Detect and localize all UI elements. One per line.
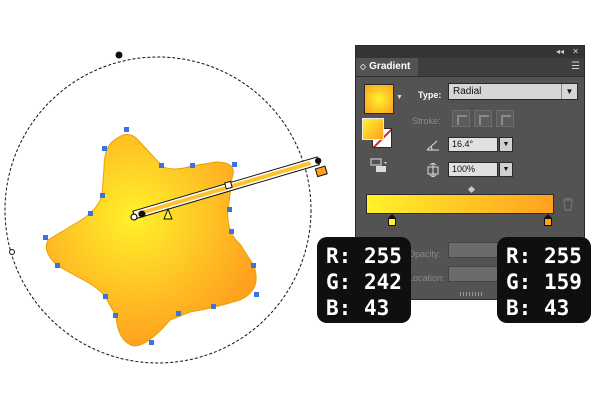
type-value: Radial bbox=[453, 86, 482, 97]
red-value: 255 bbox=[543, 244, 582, 268]
gradient-stop-icon[interactable] bbox=[388, 214, 396, 226]
green-value-row: G: 242 bbox=[326, 269, 411, 295]
blue-label: B: bbox=[506, 296, 532, 320]
tab-gradient-label: Gradient bbox=[369, 61, 411, 72]
stroke-across-button[interactable] bbox=[496, 110, 514, 127]
panel-resize-grip[interactable] bbox=[460, 292, 484, 296]
extent-handle-top[interactable] bbox=[115, 51, 123, 59]
gradient-slider[interactable] bbox=[366, 194, 554, 214]
blue-value: 43 bbox=[363, 296, 390, 320]
extent-handle-left[interactable] bbox=[9, 249, 15, 255]
gradient-start-handle[interactable] bbox=[138, 210, 146, 218]
red-label: R: bbox=[326, 244, 352, 268]
aspect-ratio-dropdown-icon[interactable]: ▼ bbox=[499, 162, 513, 177]
red-value-row: R: 255 bbox=[506, 243, 591, 269]
gradient-presets-arrow-icon[interactable]: ▼ bbox=[396, 94, 403, 101]
tab-gradient[interactable]: ◇ Gradient bbox=[356, 58, 418, 76]
color-values-tooltip-start: R: 255 G: 242 B: 43 bbox=[317, 237, 411, 323]
panel-tab-row: ◇ Gradient ☰ bbox=[356, 58, 584, 77]
midpoint-diamond[interactable] bbox=[467, 185, 476, 194]
type-dropdown[interactable]: Radial ▼ bbox=[448, 83, 578, 100]
opacity-label: Opacity: bbox=[408, 249, 442, 259]
aspect-ratio-icon bbox=[427, 163, 439, 177]
blue-value-row: B: 43 bbox=[326, 295, 411, 321]
red-label: R: bbox=[506, 244, 532, 268]
gradient-origin-point[interactable] bbox=[130, 213, 138, 221]
fill-swatch[interactable] bbox=[362, 118, 384, 140]
aspect-ratio-input[interactable]: 100% bbox=[448, 162, 498, 177]
blue-value-row: B: 43 bbox=[506, 295, 591, 321]
stroke-within-button[interactable] bbox=[452, 110, 470, 127]
red-value: 255 bbox=[363, 244, 402, 268]
trash-icon[interactable] bbox=[562, 198, 574, 211]
blue-value: 43 bbox=[543, 296, 570, 320]
angle-icon bbox=[426, 140, 439, 151]
tab-toggle-icon[interactable]: ◇ bbox=[360, 62, 366, 71]
green-value-row: G: 159 bbox=[506, 269, 591, 295]
stroke-label: Stroke: bbox=[412, 116, 441, 126]
green-value: 242 bbox=[363, 270, 402, 294]
red-value-row: R: 255 bbox=[326, 243, 411, 269]
stroke-along-button[interactable] bbox=[474, 110, 492, 127]
green-label: G: bbox=[326, 270, 352, 294]
panel-title-bar[interactable]: ◂◂ ✕ bbox=[356, 46, 584, 58]
fill-stroke-indicator[interactable] bbox=[362, 118, 396, 152]
angle-input[interactable]: 16.4° bbox=[448, 137, 498, 152]
reverse-gradient-icon[interactable] bbox=[370, 158, 388, 174]
color-values-tooltip-end: R: 255 G: 159 B: 43 bbox=[497, 237, 591, 323]
green-value: 159 bbox=[543, 270, 582, 294]
close-icon[interactable]: ✕ bbox=[572, 46, 579, 58]
collapse-icon[interactable]: ◂◂ bbox=[556, 46, 564, 58]
angle-dropdown-icon[interactable]: ▼ bbox=[499, 137, 513, 152]
gradient-thumbnail[interactable] bbox=[364, 84, 394, 114]
blue-label: B: bbox=[326, 296, 352, 320]
panel-menu-icon[interactable]: ☰ bbox=[571, 58, 580, 76]
chevron-down-icon[interactable]: ▼ bbox=[561, 84, 577, 99]
location-label: Location: bbox=[408, 273, 445, 283]
green-label: G: bbox=[506, 270, 532, 294]
star-shape[interactable] bbox=[45, 134, 257, 347]
type-label: Type: bbox=[418, 90, 442, 100]
gradient-stop-icon[interactable] bbox=[544, 214, 552, 226]
